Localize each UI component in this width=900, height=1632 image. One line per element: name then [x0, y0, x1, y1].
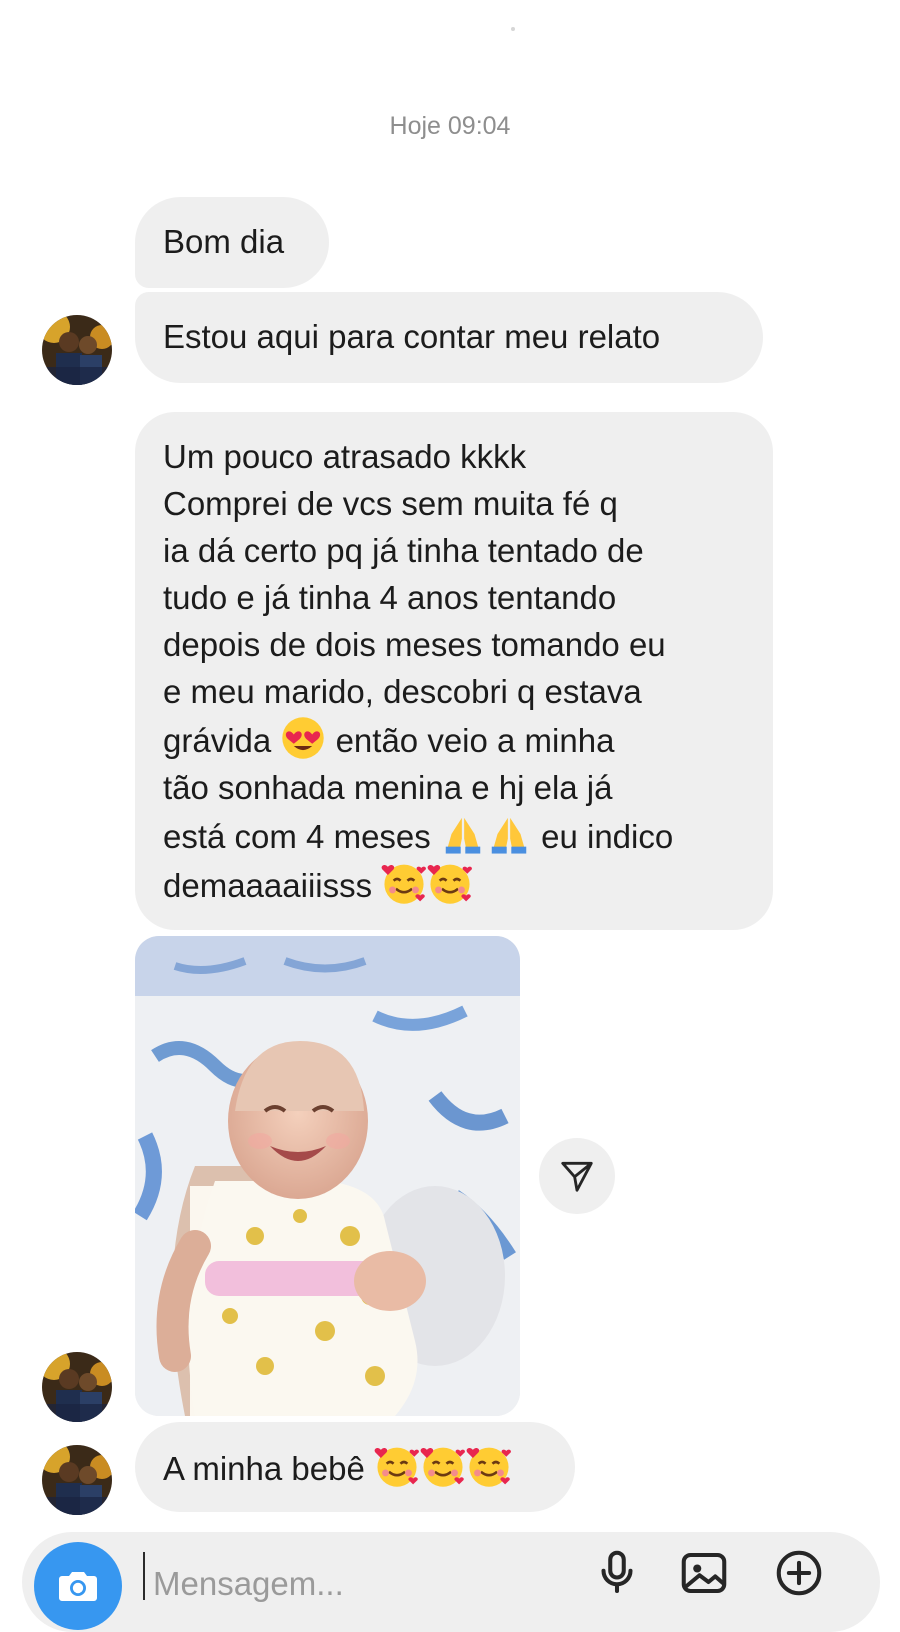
message-line: grávida: [163, 722, 272, 759]
message-bubble-intro[interactable]: Estou aqui para contar meu relato: [135, 292, 763, 383]
message-bubble-testimonial[interactable]: Um pouco atrasado kkkk Comprei de vcs se…: [135, 412, 773, 930]
baby-photo-message[interactable]: [135, 936, 520, 1416]
message-bubble-greeting[interactable]: Bom dia: [135, 197, 329, 288]
gallery-icon[interactable]: [677, 1546, 731, 1600]
avatar-image: [42, 315, 112, 385]
sender-avatar[interactable]: [42, 1352, 112, 1422]
camera-icon: [59, 1572, 97, 1601]
message-line: Um pouco atrasado kkkk: [163, 438, 527, 475]
message-line: ia dá certo pq já tinha tentado de: [163, 532, 644, 569]
message-line: Comprei de vcs sem muita fé q: [163, 485, 618, 522]
message-line: e meu marido, descobri q estava: [163, 673, 642, 710]
message-line: está com 4 meses: [163, 818, 431, 855]
heart-eyes-emoji-icon: [280, 715, 326, 761]
microphone-icon[interactable]: [590, 1546, 644, 1600]
baby-photo: [135, 936, 520, 1416]
conversation-timestamp: Hoje 09:04: [389, 112, 511, 140]
avatar-image: [42, 1352, 112, 1422]
smiling-face-with-hearts-emoji-icon: [427, 860, 473, 906]
sender-avatar[interactable]: [42, 1445, 112, 1515]
smiling-face-with-hearts-emoji-icon: [374, 1443, 420, 1489]
smiling-face-with-hearts-emoji-icon: [420, 1443, 466, 1489]
avatar-image: [42, 1445, 112, 1515]
message-line: demaaaaiiisss: [163, 867, 373, 904]
message-bubble-baby[interactable]: A minha bebê: [135, 1422, 575, 1512]
message-text: Bom dia: [163, 223, 285, 260]
message-input[interactable]: [147, 1554, 589, 1614]
smiling-face-with-hearts-emoji-icon: [466, 1443, 512, 1489]
text-cursor: [143, 1552, 145, 1600]
message-line: tudo e já tinha 4 anos tentando: [163, 579, 617, 616]
folded-hands-emoji-icon: [440, 811, 486, 857]
plus-circle-icon[interactable]: [772, 1546, 826, 1600]
message-line: então veio a minha: [335, 722, 615, 759]
top-status-dot: [511, 27, 515, 31]
message-text: Estou aqui para contar meu relato: [163, 318, 661, 355]
camera-button[interactable]: [34, 1542, 122, 1630]
message-text: A minha bebê: [163, 1450, 365, 1487]
message-line: depois de dois meses tomando eu: [163, 626, 666, 663]
share-photo-button[interactable]: [539, 1138, 615, 1214]
sender-avatar[interactable]: [42, 315, 112, 385]
message-composer: [22, 1532, 880, 1632]
message-line: tão sonhada menina e hj ela já: [163, 769, 613, 806]
smiling-face-with-hearts-emoji-icon: [381, 860, 427, 906]
message-line: eu indico: [541, 818, 674, 855]
folded-hands-emoji-icon: [486, 811, 532, 857]
send-paper-plane-icon: [561, 1161, 593, 1192]
